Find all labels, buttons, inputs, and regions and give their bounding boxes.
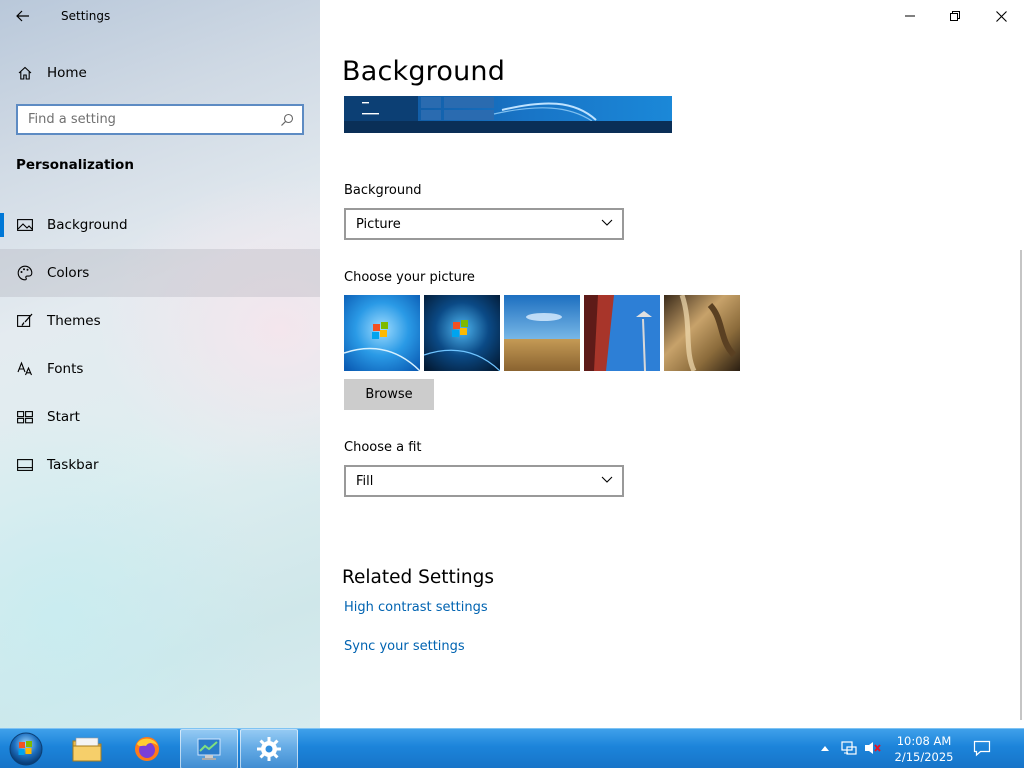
search-icon[interactable]	[280, 113, 294, 127]
brush-icon	[17, 313, 33, 329]
back-arrow-icon	[16, 10, 29, 22]
home-icon	[17, 65, 33, 81]
minimize-button[interactable]	[887, 0, 933, 32]
taskbar: 10:08 AM 2/15/2025	[0, 728, 1024, 768]
picture-thumbnail-wheat-field[interactable]	[504, 295, 580, 371]
background-preview	[344, 96, 672, 133]
picture-thumbnail-saxophone[interactable]	[664, 295, 740, 371]
fit-dropdown-value: Fill	[356, 473, 374, 489]
home-label: Home	[47, 65, 87, 81]
fit-dropdown[interactable]: Fill	[344, 465, 624, 497]
background-label: Background	[344, 183, 422, 198]
restore-icon	[950, 11, 960, 21]
taskbar-file-explorer[interactable]	[58, 729, 116, 768]
sidebar-item-label: Taskbar	[47, 457, 99, 473]
search-input[interactable]	[18, 112, 268, 127]
sync-settings-link[interactable]: Sync your settings	[344, 639, 465, 654]
sidebar: Settings Home Personalization Background…	[0, 0, 320, 728]
control-panel-icon	[197, 738, 221, 760]
close-button[interactable]	[978, 0, 1024, 32]
chevron-down-icon	[601, 219, 613, 226]
taskbar-settings[interactable]	[240, 729, 298, 768]
minimize-icon	[905, 15, 915, 17]
chevron-down-icon	[601, 476, 613, 483]
app-title: Settings	[61, 9, 111, 23]
sidebar-item-label: Fonts	[47, 361, 84, 377]
fit-label: Choose a fit	[344, 440, 422, 455]
network-icon	[841, 741, 857, 755]
close-icon	[995, 10, 1007, 22]
show-hidden-icons-button[interactable]	[816, 739, 834, 757]
taskbar-control-panel[interactable]	[180, 729, 238, 768]
chevron-up-icon	[821, 746, 829, 751]
choose-picture-label: Choose your picture	[344, 270, 475, 285]
picture-thumbnail-space-needle[interactable]	[584, 295, 660, 371]
sidebar-item-themes[interactable]: Themes	[0, 297, 320, 345]
sidebar-item-label: Colors	[47, 265, 90, 281]
scrollbar[interactable]	[1020, 250, 1022, 720]
settings-gear-icon	[257, 737, 281, 761]
sidebar-item-background[interactable]: Background	[0, 201, 320, 249]
sidebar-item-label: Themes	[47, 313, 101, 329]
sidebar-item-fonts[interactable]: Fonts	[0, 345, 320, 393]
high-contrast-link[interactable]: High contrast settings	[344, 600, 488, 615]
firefox-icon	[135, 737, 159, 761]
page-title: Background	[342, 56, 506, 87]
palette-icon	[17, 265, 33, 281]
sidebar-item-colors[interactable]: Colors	[0, 249, 320, 297]
background-dropdown-value: Picture	[356, 216, 401, 232]
network-button[interactable]	[840, 739, 858, 757]
nav-list: Background Colors Themes Fonts Start Tas…	[0, 201, 320, 489]
restore-button[interactable]	[932, 0, 978, 32]
font-icon	[17, 361, 33, 377]
start-icon	[17, 409, 33, 425]
related-settings-title: Related Settings	[342, 567, 495, 588]
browse-button[interactable]: Browse	[344, 379, 434, 410]
picture-thumbnails	[344, 295, 740, 371]
picture-thumbnail-windows-light[interactable]	[344, 295, 420, 371]
windows-orb-icon	[9, 732, 43, 766]
clock[interactable]: 10:08 AM 2/15/2025	[892, 733, 956, 765]
clock-time: 10:08 AM	[896, 734, 952, 748]
main-content: Background Background Picture Choose you…	[320, 0, 1024, 728]
taskbar-firefox[interactable]	[118, 729, 176, 768]
picture-thumbnail-windows-dark[interactable]	[424, 295, 500, 371]
search-box[interactable]	[16, 104, 304, 135]
picture-icon	[17, 217, 33, 233]
volume-button[interactable]	[864, 739, 882, 757]
section-title: Personalization	[16, 157, 134, 173]
file-explorer-icon	[72, 737, 102, 762]
clock-date: 2/15/2025	[894, 750, 954, 764]
sidebar-item-start[interactable]: Start	[0, 393, 320, 441]
notification-icon	[973, 740, 991, 757]
taskbar-icon	[17, 457, 33, 473]
sidebar-item-label: Start	[47, 409, 80, 425]
sidebar-item-taskbar[interactable]: Taskbar	[0, 441, 320, 489]
sidebar-item-home[interactable]: Home	[0, 58, 320, 88]
action-center-button[interactable]	[972, 738, 992, 758]
back-button[interactable]	[0, 0, 46, 32]
volume-muted-icon	[865, 742, 881, 754]
start-button[interactable]	[6, 730, 46, 768]
title-bar: Settings	[0, 0, 320, 32]
sidebar-item-label: Background	[47, 217, 128, 233]
background-dropdown[interactable]: Picture	[344, 208, 624, 240]
